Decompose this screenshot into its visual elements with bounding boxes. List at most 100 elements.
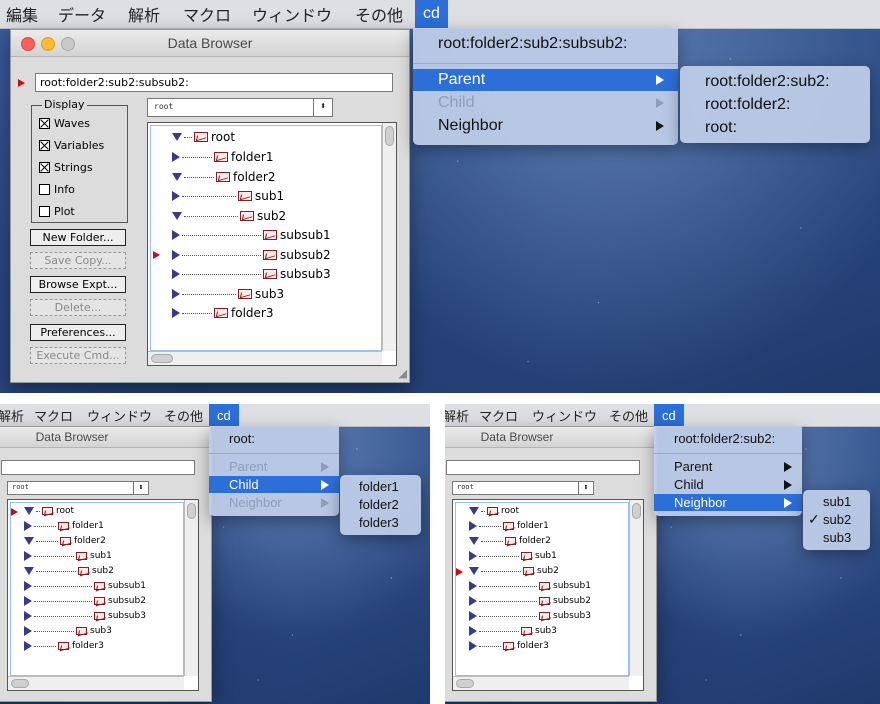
- waves-checkbox[interactable]: Waves: [39, 117, 90, 130]
- tree-row[interactable]: subsub3: [24, 608, 146, 624]
- tree-row[interactable]: sub1: [172, 188, 284, 204]
- folder-tree[interactable]: root folder1 folder2 sub1 sub2 subsub1 s…: [147, 122, 397, 366]
- execute-cmd-button[interactable]: Execute Cmd...: [30, 347, 126, 364]
- strings-checkbox[interactable]: Strings: [39, 161, 93, 174]
- tree-row[interactable]: folder2: [24, 533, 106, 549]
- menu-data[interactable]: データ: [58, 0, 106, 28]
- cd-parent-item[interactable]: Parent: [209, 458, 339, 475]
- submenu-item[interactable]: folder1: [340, 478, 421, 495]
- tree-row-selected[interactable]: sub2: [469, 563, 559, 579]
- tree-row-selected[interactable]: subsub2: [172, 247, 331, 263]
- tree-row[interactable]: folder2: [469, 533, 551, 549]
- cd-neighbor-item[interactable]: Neighbor: [413, 115, 678, 137]
- tree-row[interactable]: root: [172, 129, 235, 145]
- folder-popup[interactable]: root ⬍: [147, 98, 333, 117]
- tree-row[interactable]: folder1: [24, 518, 104, 534]
- menu-cd[interactable]: cd: [415, 0, 448, 28]
- menu-macro[interactable]: マクロ: [479, 404, 518, 426]
- plot-checkbox[interactable]: Plot: [39, 205, 75, 218]
- menu-misc[interactable]: その他: [355, 0, 403, 28]
- submenu-item[interactable]: sub3: [803, 529, 870, 546]
- tree-row[interactable]: sub3: [24, 623, 112, 639]
- menu-misc[interactable]: その他: [164, 404, 203, 426]
- tree-row[interactable]: sub3: [469, 623, 557, 639]
- tree-row[interactable]: sub1: [469, 548, 557, 564]
- vertical-scrollbar[interactable]: [629, 500, 643, 676]
- submenu-item[interactable]: root:folder2:: [680, 94, 870, 116]
- new-folder-button[interactable]: New Folder...: [30, 229, 126, 246]
- delete-button[interactable]: Delete...: [30, 299, 126, 316]
- submenu-item[interactable]: folder2: [340, 496, 421, 513]
- folder-tree[interactable]: root folder1 folder2 sub1 sub2 subsub1 s…: [7, 499, 199, 691]
- scroll-thumb[interactable]: [151, 354, 173, 363]
- menu-analysis[interactable]: 解析: [445, 404, 469, 426]
- tree-row[interactable]: subsub2: [24, 593, 146, 609]
- tree-row[interactable]: folder3: [469, 638, 549, 654]
- cd-current-path-item[interactable]: root:folder2:sub2:: [654, 428, 802, 448]
- tree-row[interactable]: sub2: [24, 563, 114, 579]
- menu-cd[interactable]: cd: [654, 404, 684, 426]
- menu-analysis[interactable]: 解析: [0, 404, 24, 426]
- cd-current-path-item[interactable]: root:: [209, 428, 339, 448]
- resize-grip-icon[interactable]: ◢: [399, 367, 407, 380]
- menu-cd[interactable]: cd: [209, 404, 239, 426]
- tree-row[interactable]: root: [469, 503, 519, 519]
- menu-window[interactable]: ウィンドウ: [252, 0, 332, 28]
- preferences-button[interactable]: Preferences...: [30, 324, 126, 341]
- submenu-item[interactable]: root:: [680, 117, 870, 139]
- tree-row[interactable]: subsub2: [469, 593, 591, 609]
- submenu-item[interactable]: folder3: [340, 514, 421, 531]
- info-checkbox[interactable]: Info: [39, 183, 75, 196]
- current-path-field[interactable]: root:folder2:sub2:subsub2:: [35, 73, 393, 92]
- scroll-thumb[interactable]: [456, 679, 474, 688]
- menu-macro[interactable]: マクロ: [34, 404, 73, 426]
- scroll-thumb[interactable]: [11, 679, 29, 688]
- tree-row[interactable]: subsub3: [172, 266, 331, 282]
- scroll-thumb[interactable]: [385, 126, 394, 146]
- tree-row[interactable]: folder3: [172, 305, 273, 321]
- folder-popup[interactable]: root ⬍: [7, 481, 149, 495]
- folder-popup[interactable]: root ⬍: [452, 481, 594, 495]
- cd-child-item[interactable]: Child: [209, 476, 339, 493]
- save-copy-button[interactable]: Save Copy...: [30, 252, 126, 269]
- menu-misc[interactable]: その他: [609, 404, 648, 426]
- submenu-item[interactable]: sub1: [803, 493, 870, 510]
- menu-edit[interactable]: 編集: [6, 0, 38, 28]
- menu-macro[interactable]: マクロ: [183, 0, 231, 28]
- cd-parent-item[interactable]: Parent: [413, 69, 678, 91]
- horizontal-scrollbar[interactable]: [8, 676, 184, 690]
- scroll-thumb[interactable]: [187, 503, 196, 519]
- tree-row[interactable]: subsub3: [469, 608, 591, 624]
- cd-current-path-item[interactable]: root:folder2:sub2:subsub2:: [413, 32, 678, 56]
- menu-window[interactable]: ウィンドウ: [87, 404, 152, 426]
- cd-parent-item[interactable]: Parent: [654, 458, 802, 475]
- current-path-field[interactable]: [446, 460, 640, 475]
- menu-analysis[interactable]: 解析: [128, 0, 160, 28]
- browse-expt-button[interactable]: Browse Expt...: [30, 276, 126, 293]
- cd-child-item[interactable]: Child: [413, 92, 678, 114]
- tree-row[interactable]: subsub1: [24, 578, 146, 594]
- folder-tree[interactable]: root folder1 folder2 sub1 sub2 subsub1 s…: [452, 499, 644, 691]
- cd-child-item[interactable]: Child: [654, 476, 802, 493]
- horizontal-scrollbar[interactable]: [453, 676, 629, 690]
- tree-row[interactable]: sub1: [24, 548, 112, 564]
- menu-window[interactable]: ウィンドウ: [532, 404, 597, 426]
- tree-row[interactable]: folder2: [172, 169, 275, 185]
- tree-row-selected[interactable]: root: [24, 503, 74, 519]
- scroll-thumb[interactable]: [632, 503, 641, 519]
- cd-neighbor-item[interactable]: Neighbor: [209, 494, 339, 511]
- tree-row[interactable]: folder3: [24, 638, 104, 654]
- cd-neighbor-item[interactable]: Neighbor: [654, 494, 802, 511]
- tree-row[interactable]: folder1: [469, 518, 549, 534]
- vertical-scrollbar[interactable]: [382, 123, 396, 351]
- tree-row[interactable]: subsub1: [172, 227, 331, 243]
- submenu-item[interactable]: root:folder2:sub2:: [680, 71, 870, 93]
- tree-row[interactable]: sub3: [172, 286, 284, 302]
- horizontal-scrollbar[interactable]: [148, 351, 382, 365]
- variables-checkbox[interactable]: Variables: [39, 139, 104, 152]
- submenu-item-checked[interactable]: ✓ sub2: [803, 511, 870, 528]
- vertical-scrollbar[interactable]: [184, 500, 198, 676]
- tree-row[interactable]: sub2: [172, 208, 286, 224]
- tree-row[interactable]: folder1: [172, 149, 273, 165]
- current-path-field[interactable]: [1, 460, 195, 475]
